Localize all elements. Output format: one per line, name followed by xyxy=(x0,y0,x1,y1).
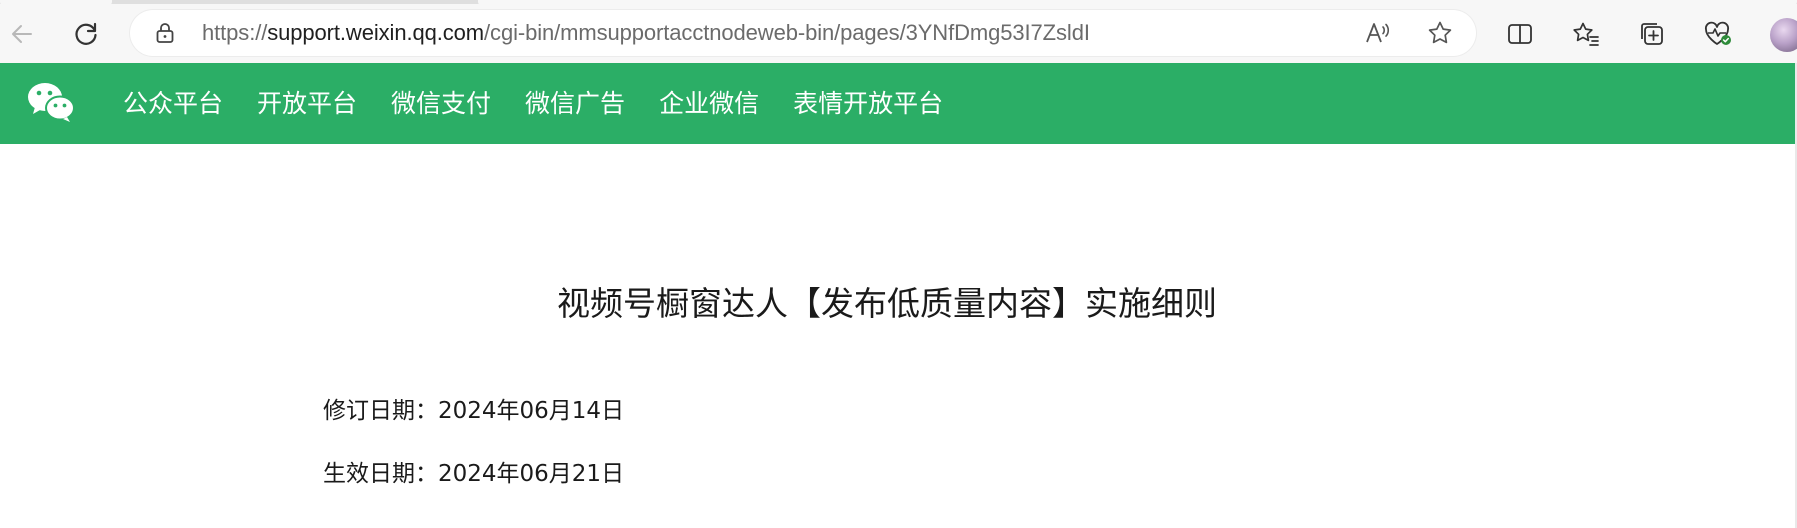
read-aloud-icon[interactable] xyxy=(1364,19,1392,47)
back-arrow-icon xyxy=(9,21,35,47)
page-title: 视频号橱窗达人【发布低质量内容】实施细则 xyxy=(557,284,1217,323)
url-text[interactable]: https://support.weixin.qq.com/cgi-bin/mm… xyxy=(202,21,1090,45)
split-screen-button[interactable] xyxy=(1500,14,1540,54)
nav-wechat-ads[interactable]: 微信广告 xyxy=(525,63,625,144)
wechat-logo-icon[interactable] xyxy=(26,80,76,124)
heart-pulse-icon xyxy=(1703,20,1733,48)
back-button[interactable] xyxy=(2,14,42,54)
revision-date-line: 修订日期：2024年06月14日 xyxy=(323,395,624,427)
collections-button[interactable] xyxy=(1632,14,1672,54)
favorites-button[interactable] xyxy=(1566,14,1606,54)
lock-icon[interactable] xyxy=(154,22,176,44)
effective-date-line: 生效日期：2024年06月21日 xyxy=(323,458,624,490)
nav-sticker-platform[interactable]: 表情开放平台 xyxy=(793,63,943,144)
effective-date-label: 生效日期： xyxy=(323,461,438,487)
browser-toolbar: https://support.weixin.qq.com/cgi-bin/mm… xyxy=(0,4,1797,64)
refresh-icon xyxy=(72,20,100,48)
nav-wecom[interactable]: 企业微信 xyxy=(659,63,759,144)
collections-icon xyxy=(1639,21,1665,47)
split-screen-icon xyxy=(1507,22,1533,46)
url-scheme: https:// xyxy=(202,20,268,45)
top-nav: 公众平台 开放平台 微信支付 微信广告 企业微信 表情开放平台 xyxy=(123,63,977,144)
refresh-button[interactable] xyxy=(66,14,106,54)
revision-date-value: 2024年06月14日 xyxy=(438,398,625,424)
browser-essentials-button[interactable] xyxy=(1698,14,1738,54)
url-host: support.weixin.qq.com xyxy=(267,20,485,45)
nav-open-platform[interactable]: 开放平台 xyxy=(257,63,357,144)
nav-wechat-pay[interactable]: 微信支付 xyxy=(391,63,491,144)
revision-date-label: 修订日期： xyxy=(323,398,438,424)
add-favorite-star-icon[interactable] xyxy=(1426,19,1454,47)
site-header: 公众平台 开放平台 微信支付 微信广告 企业微信 表情开放平台 xyxy=(0,63,1797,144)
address-bar[interactable]: https://support.weixin.qq.com/cgi-bin/mm… xyxy=(130,10,1476,56)
url-path: /cgi-bin/mmsupportacctnodeweb-bin/pages/… xyxy=(484,20,1090,45)
nav-official-accounts[interactable]: 公众平台 xyxy=(123,63,223,144)
effective-date-value: 2024年06月21日 xyxy=(438,461,625,487)
profile-avatar[interactable] xyxy=(1770,18,1797,52)
favorites-star-list-icon xyxy=(1572,21,1600,47)
